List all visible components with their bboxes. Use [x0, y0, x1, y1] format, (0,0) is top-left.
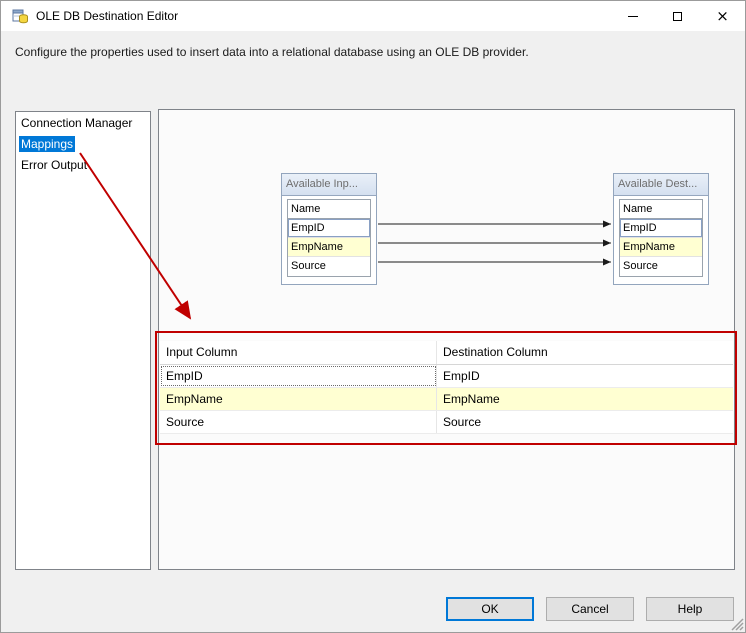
ok-button[interactable]: OK [446, 597, 534, 621]
available-destination-columns-table[interactable]: Available Dest... Name EmpID EmpName Sou… [613, 173, 709, 285]
window-title: OLE DB Destination Editor [36, 9, 179, 23]
ole-db-destination-editor-window: OLE DB Destination Editor × Configure th… [0, 0, 746, 633]
available-input-columns-title[interactable]: Available Inp... [282, 174, 376, 196]
minimize-icon[interactable] [610, 1, 655, 31]
sidebar-item-label: Connection Manager [21, 116, 133, 130]
input-table-header-name: Name [288, 200, 370, 219]
sidebar-item-label: Mappings [19, 136, 76, 152]
grid-cell-input-source[interactable]: Source [160, 411, 437, 433]
close-icon[interactable]: × [700, 1, 745, 31]
grid-header-destination-column[interactable]: Destination Column [437, 341, 733, 364]
input-column-empid[interactable]: EmpID [288, 219, 370, 238]
destination-column-empname[interactable]: EmpName [620, 238, 702, 257]
grid-row-empname: EmpName EmpName [160, 388, 733, 411]
sidebar-item-connection-manager[interactable]: Connection Manager [17, 113, 149, 133]
resize-grip[interactable] [729, 616, 744, 631]
grid-cell-destination-empname[interactable]: EmpName [437, 388, 733, 410]
available-input-columns-body: Name EmpID EmpName Source [282, 196, 376, 280]
maximize-icon[interactable] [655, 1, 700, 31]
mappings-panel: Available Inp... Name EmpID EmpName Sour… [158, 109, 735, 570]
available-input-columns-table[interactable]: Available Inp... Name EmpID EmpName Sour… [281, 173, 377, 285]
grid-row-source: Source Source [160, 411, 733, 434]
dialog-description: Configure the properties used to insert … [15, 45, 529, 59]
titlebar[interactable]: OLE DB Destination Editor × [1, 1, 745, 31]
input-column-empname[interactable]: EmpName [288, 238, 370, 257]
database-icon[interactable] [12, 8, 28, 24]
help-button[interactable]: Help [646, 597, 734, 621]
mapping-grid-header-row: Input Column Destination Column [160, 341, 733, 365]
sidebar-item-label: Error Output [21, 158, 88, 172]
sidebar-item-error-output[interactable]: Error Output [17, 155, 149, 175]
cancel-button[interactable]: Cancel [546, 597, 634, 621]
destination-column-empid[interactable]: EmpID [620, 219, 702, 238]
input-column-source[interactable]: Source [288, 257, 370, 276]
destination-table-header-name: Name [620, 200, 702, 219]
mapping-grid: Input Column Destination Column EmpID Em… [160, 341, 733, 434]
sidebar-item-mappings[interactable]: Mappings [17, 134, 149, 154]
available-destination-columns-body: Name EmpID EmpName Source [614, 196, 708, 280]
window-controls: × [610, 1, 745, 31]
grid-cell-destination-source[interactable]: Source [437, 411, 733, 433]
pages-listbox: Connection Manager Mappings Error Output [15, 111, 151, 570]
grid-cell-input-empname[interactable]: EmpName [160, 388, 437, 410]
grid-row-empid: EmpID EmpID [160, 365, 733, 388]
grid-cell-destination-empid[interactable]: EmpID [437, 365, 733, 387]
available-destination-columns-title[interactable]: Available Dest... [614, 174, 708, 196]
grid-cell-input-empid[interactable]: EmpID [160, 365, 437, 387]
destination-column-source[interactable]: Source [620, 257, 702, 276]
grid-header-input-column[interactable]: Input Column [160, 341, 437, 364]
